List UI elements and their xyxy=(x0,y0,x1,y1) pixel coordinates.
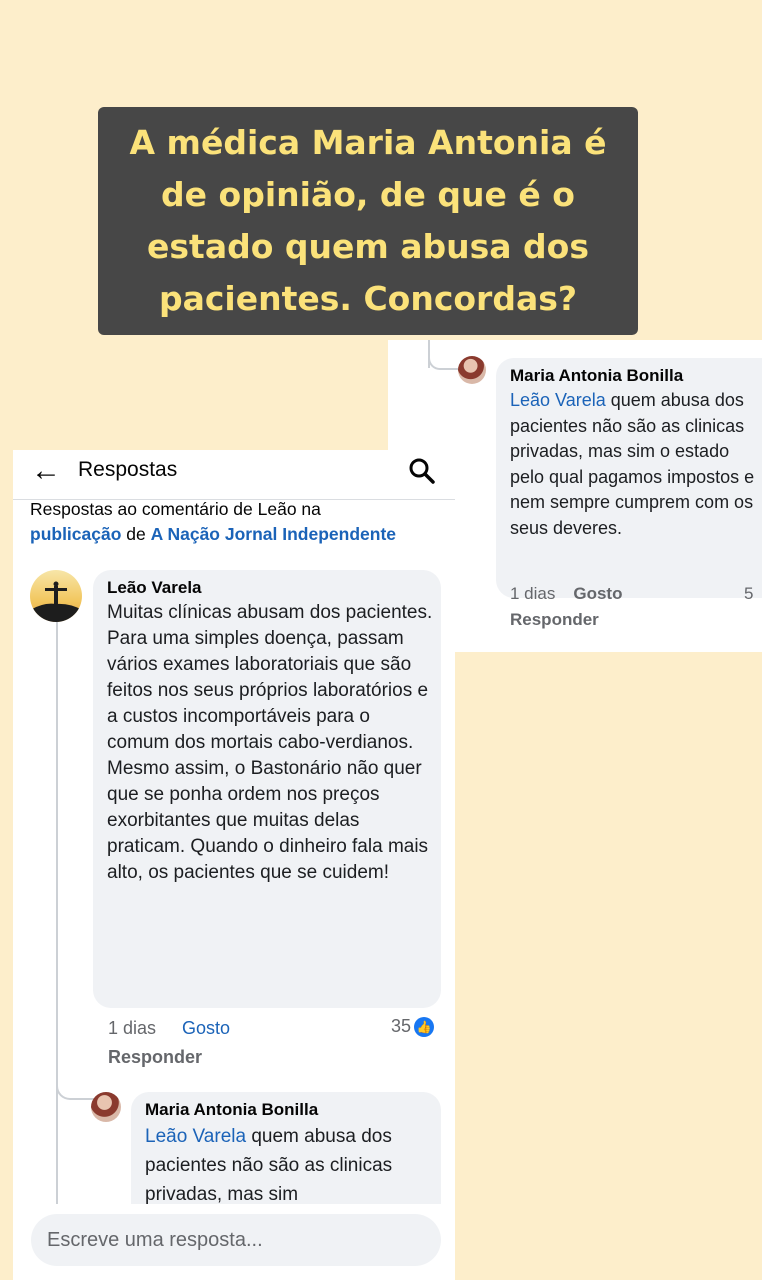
like-button[interactable]: Gosto xyxy=(182,1018,230,1038)
subtitle-mid: de xyxy=(121,524,151,544)
mention-link[interactable]: Leão Varela xyxy=(510,390,606,410)
comment-time: 1 dias xyxy=(108,1018,157,1038)
page-title: Respostas xyxy=(78,458,178,481)
thread-connector xyxy=(428,350,458,370)
thread-connector xyxy=(56,1070,94,1100)
mention-link[interactable]: Leão Varela xyxy=(145,1126,246,1147)
composer-bar xyxy=(13,1204,455,1280)
reply-button[interactable]: Responder xyxy=(108,1047,202,1068)
reply-text: Leão Varela quem abusa dos pacientes não… xyxy=(145,1122,420,1209)
headline-banner: A médica Maria Antonia é de opinião, de … xyxy=(98,107,638,335)
headline-text: A médica Maria Antonia é de opinião, de … xyxy=(129,123,607,318)
avatar[interactable] xyxy=(30,570,82,622)
reply-author[interactable]: Maria Antonia Bonilla xyxy=(510,366,762,386)
divider xyxy=(13,499,455,500)
breadcrumb: Respostas ao comentário de Leão na publi… xyxy=(30,497,450,547)
reaction-count[interactable]: 5 xyxy=(744,584,753,604)
reply-input[interactable] xyxy=(31,1214,441,1266)
reaction-count[interactable]: 35 👍 xyxy=(391,1016,435,1037)
statue-silhouette-icon xyxy=(30,581,82,622)
post-link[interactable]: publicação xyxy=(30,524,121,544)
reply-time: 1 dias xyxy=(510,584,556,603)
comments-screenshot: ← Respostas Respostas ao comentário de L… xyxy=(13,450,455,1280)
reply-meta: 1 dias Gosto xyxy=(510,584,622,604)
comment-author[interactable]: Leão Varela xyxy=(107,578,427,598)
avatar[interactable] xyxy=(458,356,486,384)
comment-bubble: Leão Varela Muitas clínicas abusam dos p… xyxy=(93,570,441,1008)
reply-author[interactable]: Maria Antonia Bonilla xyxy=(145,1100,427,1120)
page-link[interactable]: A Nação Jornal Independente xyxy=(151,524,396,544)
reply-bubble: Maria Antonia Bonilla Leão Varela quem a… xyxy=(496,358,762,598)
thread-line xyxy=(56,622,58,1212)
arrow-left-icon[interactable]: ← xyxy=(31,456,61,486)
comment-meta: 1 dias Gosto xyxy=(108,1018,230,1039)
avatar[interactable] xyxy=(91,1092,121,1122)
reply-text: Leão Varela quem abusa dos pacientes não… xyxy=(510,388,760,541)
top-bar: ← Respostas xyxy=(13,450,455,498)
search-icon[interactable] xyxy=(407,456,437,486)
reply-button[interactable]: Responder xyxy=(510,610,599,630)
subtitle-prefix: Respostas ao comentário de Leão na xyxy=(30,499,321,519)
comment-text: Muitas clínicas abusam dos pacientes. Pa… xyxy=(107,602,433,883)
thumbs-up-icon: 👍 xyxy=(414,1016,435,1037)
like-button[interactable]: Gosto xyxy=(573,584,622,603)
reply-body: quem abusa dos pacientes não são as clin… xyxy=(510,390,755,538)
reaction-number: 35 xyxy=(391,1016,412,1036)
